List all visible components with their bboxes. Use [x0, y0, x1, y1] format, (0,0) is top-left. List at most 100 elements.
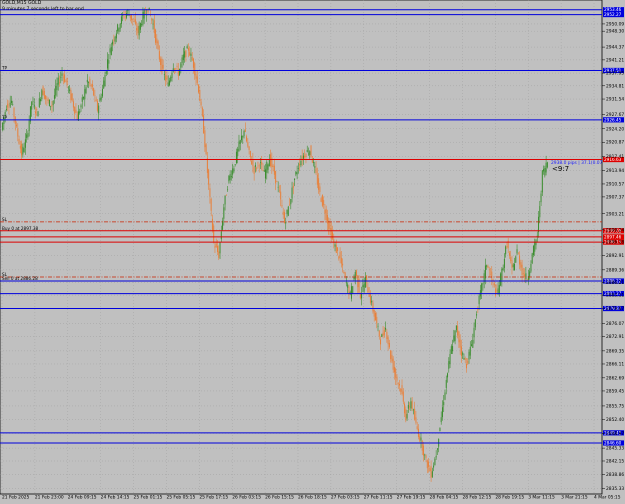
candle-body [93, 88, 95, 96]
candle-body [404, 403, 406, 414]
candle-body [153, 20, 155, 34]
candle-body [127, 10, 129, 12]
candle-body [155, 29, 157, 43]
candle-body [420, 437, 422, 441]
candle-body [166, 75, 168, 80]
candle-body [416, 426, 418, 429]
candle-body [95, 99, 97, 102]
candle-body [214, 246, 216, 248]
candle-body [170, 77, 172, 82]
candle-body [192, 58, 194, 68]
candle-body [447, 373, 449, 378]
candle-body [223, 207, 225, 219]
candle-body [339, 251, 341, 258]
candle-body [538, 216, 540, 233]
candle-body [468, 351, 470, 360]
candle-body [232, 168, 234, 175]
candle-body [401, 385, 403, 395]
candle-body [476, 314, 478, 316]
candle-body [37, 111, 39, 117]
candle-body [520, 262, 522, 268]
candle-body [163, 74, 165, 75]
price-tick-label: 2835.33 [606, 486, 624, 492]
candle-body [395, 368, 397, 378]
date-tick-label: 24 Feb 09:15 [68, 495, 97, 501]
candle-body [237, 148, 239, 157]
candle-body [215, 243, 217, 247]
chart-window[interactable]: GOLD,M15 GOLD 9 minutes 7 seconds left t… [0, 0, 625, 501]
candle-body [363, 283, 365, 292]
candle-body [83, 96, 85, 99]
candle-body [390, 350, 392, 360]
candle-body [31, 101, 33, 110]
candle-body [259, 162, 261, 163]
candle-body [70, 90, 72, 101]
candle-body [277, 186, 279, 188]
candle-body [185, 50, 187, 58]
candle-body [511, 260, 513, 268]
candle-body [313, 161, 315, 163]
candle-body [43, 91, 45, 99]
candle-body [541, 170, 543, 193]
candle-body [190, 53, 192, 57]
candle-body [108, 60, 110, 64]
price-axis: 2950.09 2948.30 2944.37 2941.21 2937.95 2934.… [602, 21, 624, 492]
candle-body [69, 89, 71, 91]
candle-body [402, 391, 404, 402]
candle-body [481, 283, 483, 293]
candle-body [305, 154, 307, 158]
candle-body [530, 263, 532, 272]
candle-body [347, 284, 349, 288]
candle-body [534, 242, 536, 252]
price-chart[interactable]: 2953.462952.272937.51TP2926.45TP2916.63S… [0, 0, 625, 501]
candle-body [19, 145, 21, 149]
candle-body [125, 13, 127, 18]
candle-body [302, 155, 304, 159]
candle-body [473, 327, 475, 338]
candle-body [320, 198, 322, 202]
candle-body [278, 190, 280, 192]
candle-body [406, 413, 408, 419]
candle-body [2, 122, 4, 130]
candle-body [304, 155, 306, 158]
date-tick-label: 4 Mar 05:15 [594, 495, 621, 501]
candle-body [411, 400, 413, 410]
candle-body [361, 293, 363, 299]
candle-body [53, 95, 55, 99]
candle-body [329, 221, 331, 230]
candle-body [256, 168, 258, 170]
candle-body [270, 154, 272, 167]
candle-body [21, 143, 23, 156]
candle-body [167, 82, 169, 87]
candle-body [546, 162, 548, 168]
candle-body [40, 99, 42, 102]
price-tick-label: 2917.41 [606, 154, 624, 160]
price-tick-label: 2937.95 [606, 71, 624, 77]
candle-body [137, 26, 139, 34]
candle-body [469, 346, 471, 356]
candle-body [261, 161, 263, 165]
candle-body [367, 287, 369, 293]
candle-body [319, 186, 321, 193]
candle-body [46, 98, 48, 100]
price-tick-label: 2903.21 [606, 211, 624, 217]
candle-body [333, 239, 335, 242]
candle-body [267, 164, 269, 170]
candle-body [291, 187, 293, 199]
candle-body [29, 106, 31, 122]
price-tick-label: 2889.36 [606, 267, 624, 273]
candle-body [519, 255, 521, 265]
candle-body [118, 28, 120, 33]
candle-body [151, 18, 153, 21]
candle-body [441, 407, 443, 418]
candle-body [443, 401, 445, 406]
candle-body [45, 95, 47, 99]
candle-body [376, 316, 378, 324]
candle-body [531, 253, 533, 264]
candle-body [205, 144, 207, 155]
candle-body [200, 101, 202, 106]
candle-body [290, 199, 292, 205]
candle-body [495, 289, 497, 296]
candle-body [120, 16, 122, 24]
candle-body [276, 181, 278, 183]
